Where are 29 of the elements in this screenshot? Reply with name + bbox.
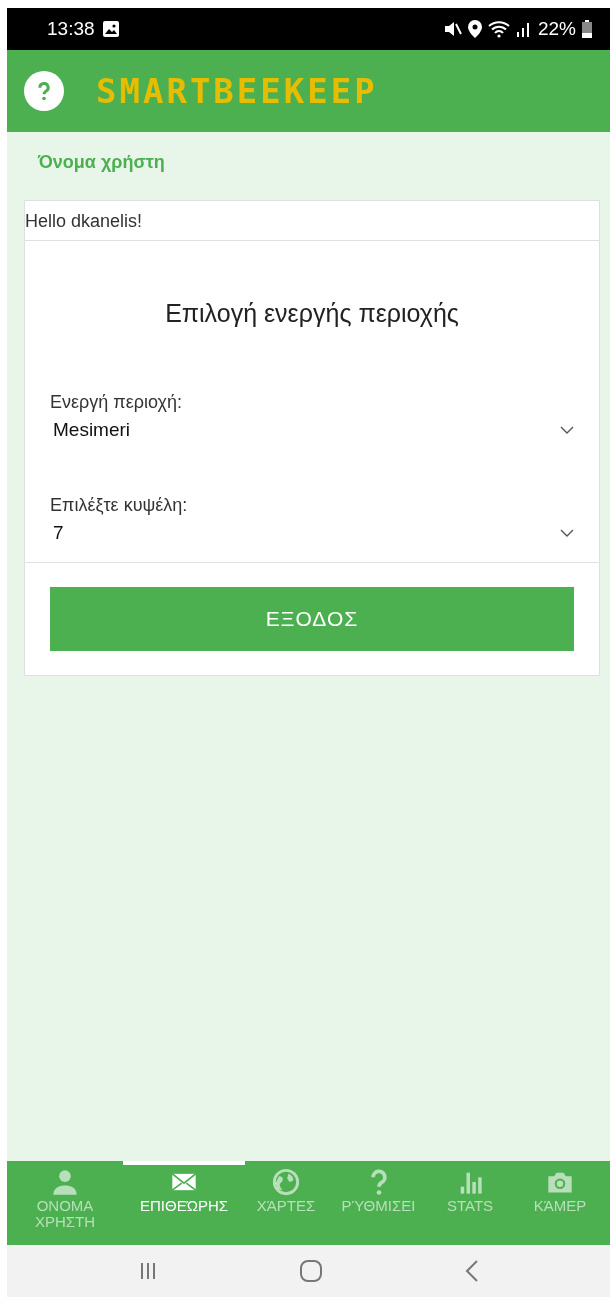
chevron-down-icon [560, 426, 574, 434]
location-icon [467, 20, 482, 38]
field-label: Επιλέξτε κυψέλη: [50, 495, 188, 516]
home-icon[interactable] [299, 1259, 324, 1283]
dropdown-field[interactable]: 7 [50, 516, 574, 544]
chevron-down-icon [560, 529, 574, 537]
battery-icon [582, 20, 592, 38]
image-icon [102, 21, 119, 37]
card-title: Επιλογή ενεργής περιοχής [164, 298, 460, 329]
exit-button[interactable]: ΕΞΟΔΟΣ [50, 587, 574, 651]
help-button[interactable] [24, 71, 64, 111]
person-icon [51, 1168, 79, 1196]
back-icon[interactable] [465, 1259, 480, 1283]
greeting-text: Hello dkanelis! [24, 200, 600, 241]
nav-tab[interactable]: ΧΆΡΤΕΣ [245, 1161, 327, 1245]
nav-tab[interactable]: ΟΝΟΜΑ ΧΡΗΣΤΗ [7, 1161, 123, 1245]
nav-tab[interactable]: ΡΎΘΜΙΣΕΙ [327, 1161, 430, 1245]
nav-tab[interactable]: STATS [430, 1161, 510, 1245]
app-logo: SMARTBEEKEEP [96, 71, 378, 111]
globe-icon [272, 1168, 300, 1196]
signal-icon [515, 21, 532, 37]
section-title: Όνομα χρήστη [38, 152, 166, 174]
nav-tab[interactable]: ΚΆΜΕΡ [510, 1161, 610, 1245]
battery-percent: 22% [537, 18, 576, 40]
wifi-icon [487, 20, 510, 38]
field-label: Ενεργή περιοχή: [50, 392, 182, 413]
status-time: 13:38 [47, 18, 95, 40]
dropdown-field[interactable]: Mesimeri [50, 413, 574, 441]
mute-icon [443, 21, 462, 37]
